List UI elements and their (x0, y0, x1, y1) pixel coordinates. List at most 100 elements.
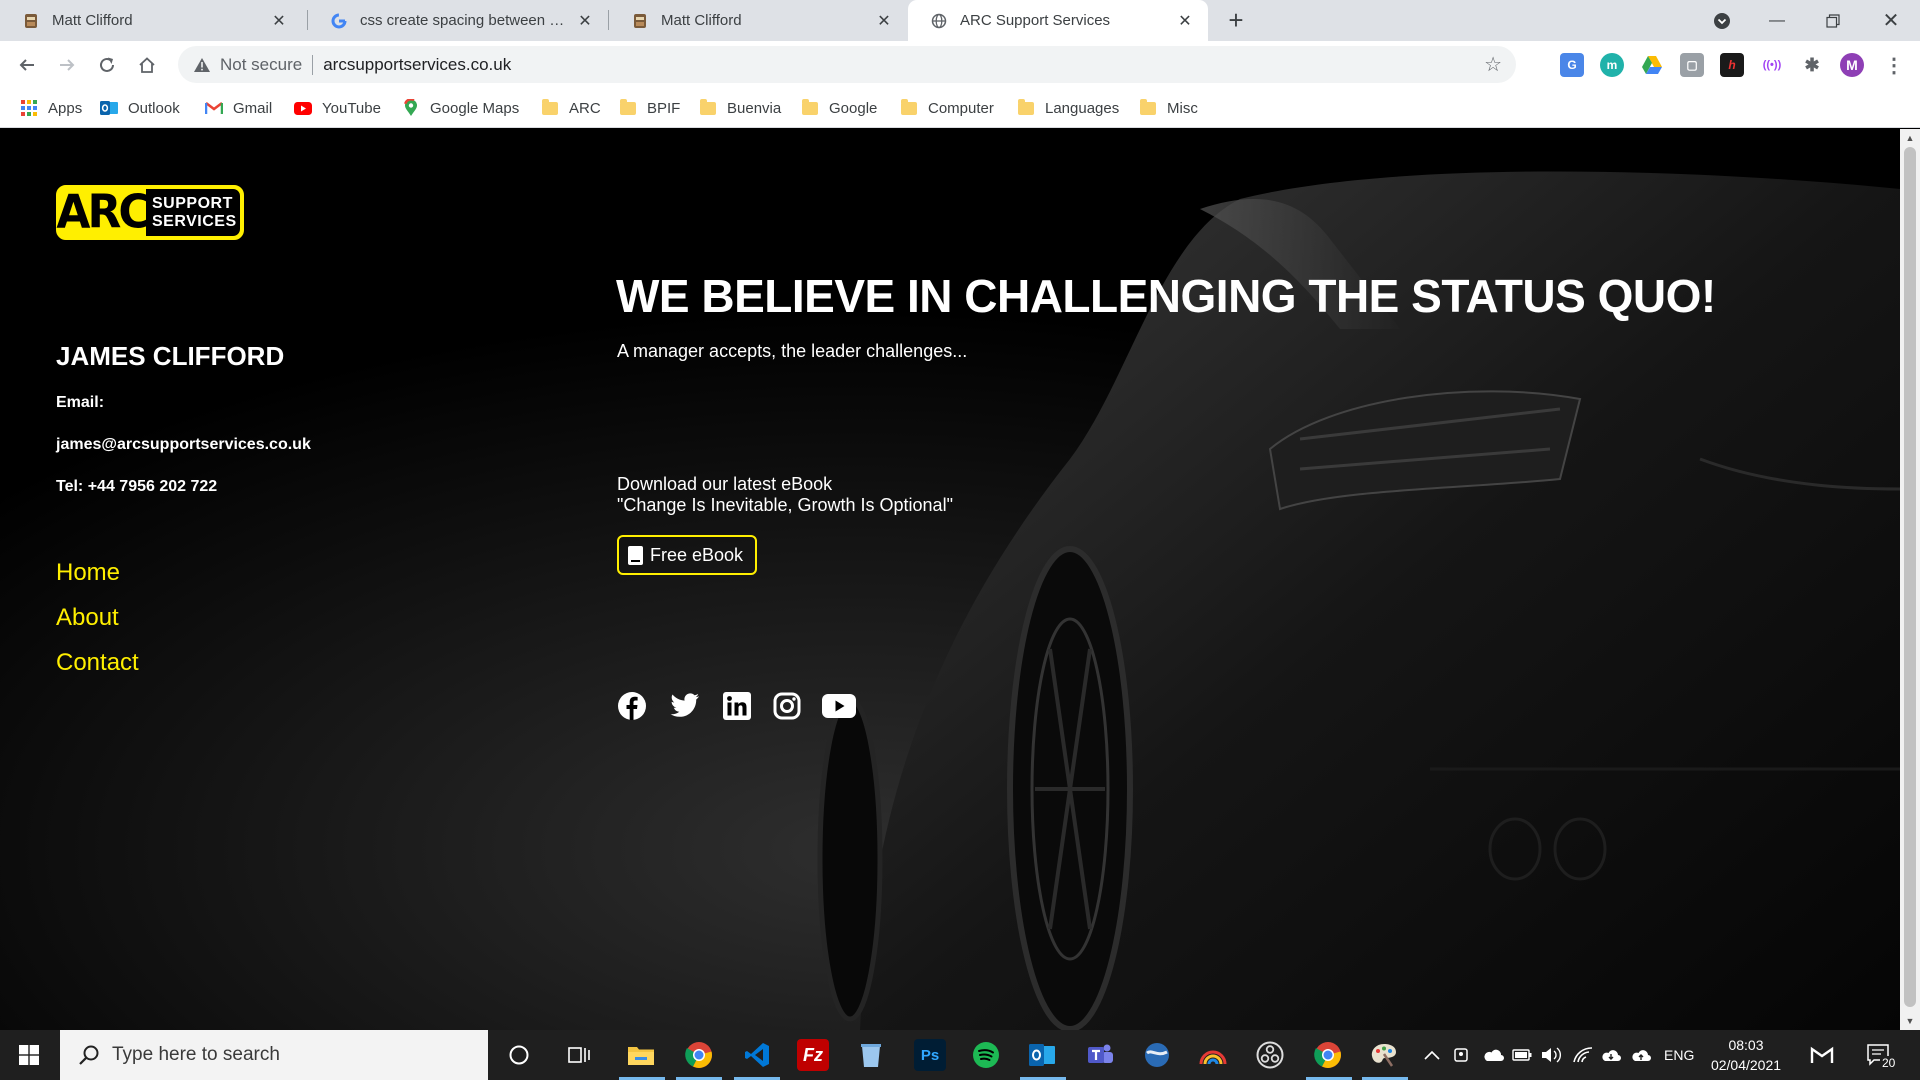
url-text[interactable]: arcsupportservices.co.uk (323, 55, 511, 75)
star-icon[interactable]: ☆ (1484, 52, 1502, 77)
instagram-icon[interactable] (770, 689, 804, 723)
new-tab-button[interactable]: + (1222, 5, 1250, 35)
bookmark-label: Computer (928, 99, 994, 117)
tab-css-spacing[interactable]: css create spacing between word ✕ (308, 0, 608, 41)
scroll-up-arrow-icon[interactable]: ▲ (1904, 133, 1916, 143)
bookmark-folder-bpif[interactable]: BPIF (619, 97, 680, 119)
tab-arc-support-services[interactable]: ARC Support Services ✕ (908, 0, 1208, 41)
logo-mark: ARC (56, 185, 150, 240)
file-explorer-icon[interactable] (625, 1039, 657, 1071)
photoshop-icon[interactable]: Ps (914, 1039, 946, 1071)
outlook-taskbar-icon[interactable] (1026, 1039, 1058, 1071)
cortana-icon[interactable] (503, 1039, 535, 1071)
onedrive-icon[interactable] (1482, 1030, 1504, 1080)
volume-icon[interactable] (1540, 1030, 1562, 1080)
cloud-upload-icon[interactable] (1630, 1030, 1652, 1080)
close-icon[interactable]: ✕ (1176, 12, 1194, 30)
task-view-icon[interactable] (563, 1039, 595, 1071)
folder-icon (900, 98, 918, 117)
filezilla-icon[interactable]: Fz (797, 1039, 829, 1071)
nav-about[interactable]: About (56, 604, 119, 632)
bookmark-gmail[interactable]: Gmail (205, 97, 272, 119)
youtube-icon[interactable] (822, 689, 856, 723)
close-window-button[interactable]: ✕ (1866, 0, 1916, 41)
wifi-icon[interactable] (1572, 1030, 1594, 1080)
battery-icon[interactable] (1512, 1030, 1532, 1080)
nav-home[interactable]: Home (56, 559, 120, 587)
bookmark-label: BPIF (647, 99, 681, 117)
meet-now-icon[interactable] (1453, 1030, 1469, 1080)
puzzle-icon[interactable]: ✱ (1800, 53, 1824, 77)
vscode-icon[interactable] (741, 1039, 773, 1071)
tab-matt-clifford-2[interactable]: Matt Clifford ✕ (609, 0, 907, 41)
notifications-button[interactable]: 20 (1866, 1030, 1898, 1080)
close-icon[interactable]: ✕ (270, 12, 288, 30)
cloud-sync-icon[interactable] (1600, 1030, 1622, 1080)
page-icon (22, 12, 40, 30)
facebook-icon[interactable] (615, 689, 649, 723)
teams-icon[interactable] (1084, 1039, 1116, 1071)
warning-icon[interactable] (192, 55, 212, 75)
extension-h-icon[interactable]: h (1720, 53, 1744, 77)
chrome-icon[interactable] (683, 1039, 715, 1071)
linkedin-icon[interactable] (720, 689, 754, 723)
bookmark-folder-arc[interactable]: ARC (541, 97, 601, 119)
tab-label: css create spacing between word (360, 12, 570, 29)
start-button[interactable] (0, 1030, 58, 1080)
bookmark-outlook[interactable]: Outlook (100, 97, 180, 119)
youtube-icon (294, 99, 312, 117)
bookmark-label: Outlook (128, 99, 180, 117)
forward-button[interactable] (51, 49, 83, 81)
recycle-bin-icon[interactable] (855, 1039, 887, 1071)
obs-icon[interactable] (1254, 1039, 1286, 1071)
free-ebook-button[interactable]: Free eBook (617, 535, 757, 575)
bookmark-folder-languages[interactable]: Languages (1017, 97, 1119, 119)
google-translate-icon[interactable]: G (1560, 53, 1584, 77)
arc-logo[interactable]: ARC SUPPORT SERVICES (56, 185, 244, 240)
chrome-alt-icon[interactable] (1312, 1039, 1344, 1071)
bookmark-apps[interactable]: Apps (20, 97, 82, 119)
home-button[interactable] (131, 49, 163, 81)
ebook-intro: Download our latest eBook (617, 474, 833, 494)
telephone-link[interactable]: Tel: +44 7956 202 722 (56, 478, 217, 496)
page-scrollbar[interactable]: ▲ ▼ (1900, 129, 1920, 1030)
system-clock[interactable]: 08:03 02/04/2021 (1700, 1035, 1792, 1075)
bookmark-google-maps[interactable]: Google Maps (402, 97, 519, 119)
app-rainbow-icon[interactable] (1197, 1039, 1229, 1071)
bookmark-folder-google[interactable]: Google (801, 97, 877, 119)
show-hidden-icons[interactable] (1424, 1030, 1440, 1080)
paint-palette-icon[interactable] (1368, 1039, 1400, 1071)
spotify-icon[interactable] (970, 1039, 1002, 1071)
extension-broadcast-icon[interactable]: ((•)) (1760, 53, 1784, 77)
twitter-icon[interactable] (668, 689, 702, 723)
scrollbar-thumb[interactable] (1904, 147, 1916, 1007)
google-drive-icon[interactable] (1640, 53, 1664, 77)
bookmark-folder-misc[interactable]: Misc (1139, 97, 1198, 119)
nav-contact[interactable]: Contact (56, 649, 139, 677)
back-button[interactable] (11, 49, 43, 81)
reload-button[interactable] (91, 49, 123, 81)
restore-button[interactable] (1808, 0, 1858, 41)
bookmark-youtube[interactable]: YouTube (294, 97, 381, 119)
address-bar[interactable]: Not secure arcsupportservices.co.uk ☆ (178, 46, 1516, 83)
email-link[interactable]: james@arcsupportservices.co.uk (56, 436, 311, 454)
scroll-down-arrow-icon[interactable]: ▼ (1904, 1016, 1916, 1026)
tab-matt-clifford-1[interactable]: Matt Clifford ✕ (0, 0, 302, 41)
taskbar-search-box[interactable]: Type here to search (60, 1030, 488, 1080)
bookmark-folder-buenvia[interactable]: Buenvia (699, 97, 781, 119)
globe-app-icon[interactable] (1141, 1039, 1173, 1071)
close-icon[interactable]: ✕ (875, 12, 893, 30)
minimize-button[interactable]: — (1752, 0, 1802, 41)
more-menu-icon[interactable]: ⋮ (1882, 53, 1906, 77)
language-indicator[interactable]: ENG (1664, 1030, 1694, 1080)
tab-search-button[interactable] (1697, 0, 1747, 41)
extension-box-icon[interactable]: ▢ (1680, 53, 1704, 77)
profile-avatar[interactable]: M (1840, 53, 1864, 77)
folder-icon (1139, 98, 1157, 117)
security-label[interactable]: Not secure (220, 55, 302, 75)
bookmark-folder-computer[interactable]: Computer (900, 97, 994, 119)
extension-m-icon[interactable]: m (1600, 53, 1624, 77)
close-icon[interactable]: ✕ (576, 12, 594, 30)
page-icon (631, 12, 649, 30)
gmail-tray-icon[interactable] (1810, 1030, 1834, 1080)
